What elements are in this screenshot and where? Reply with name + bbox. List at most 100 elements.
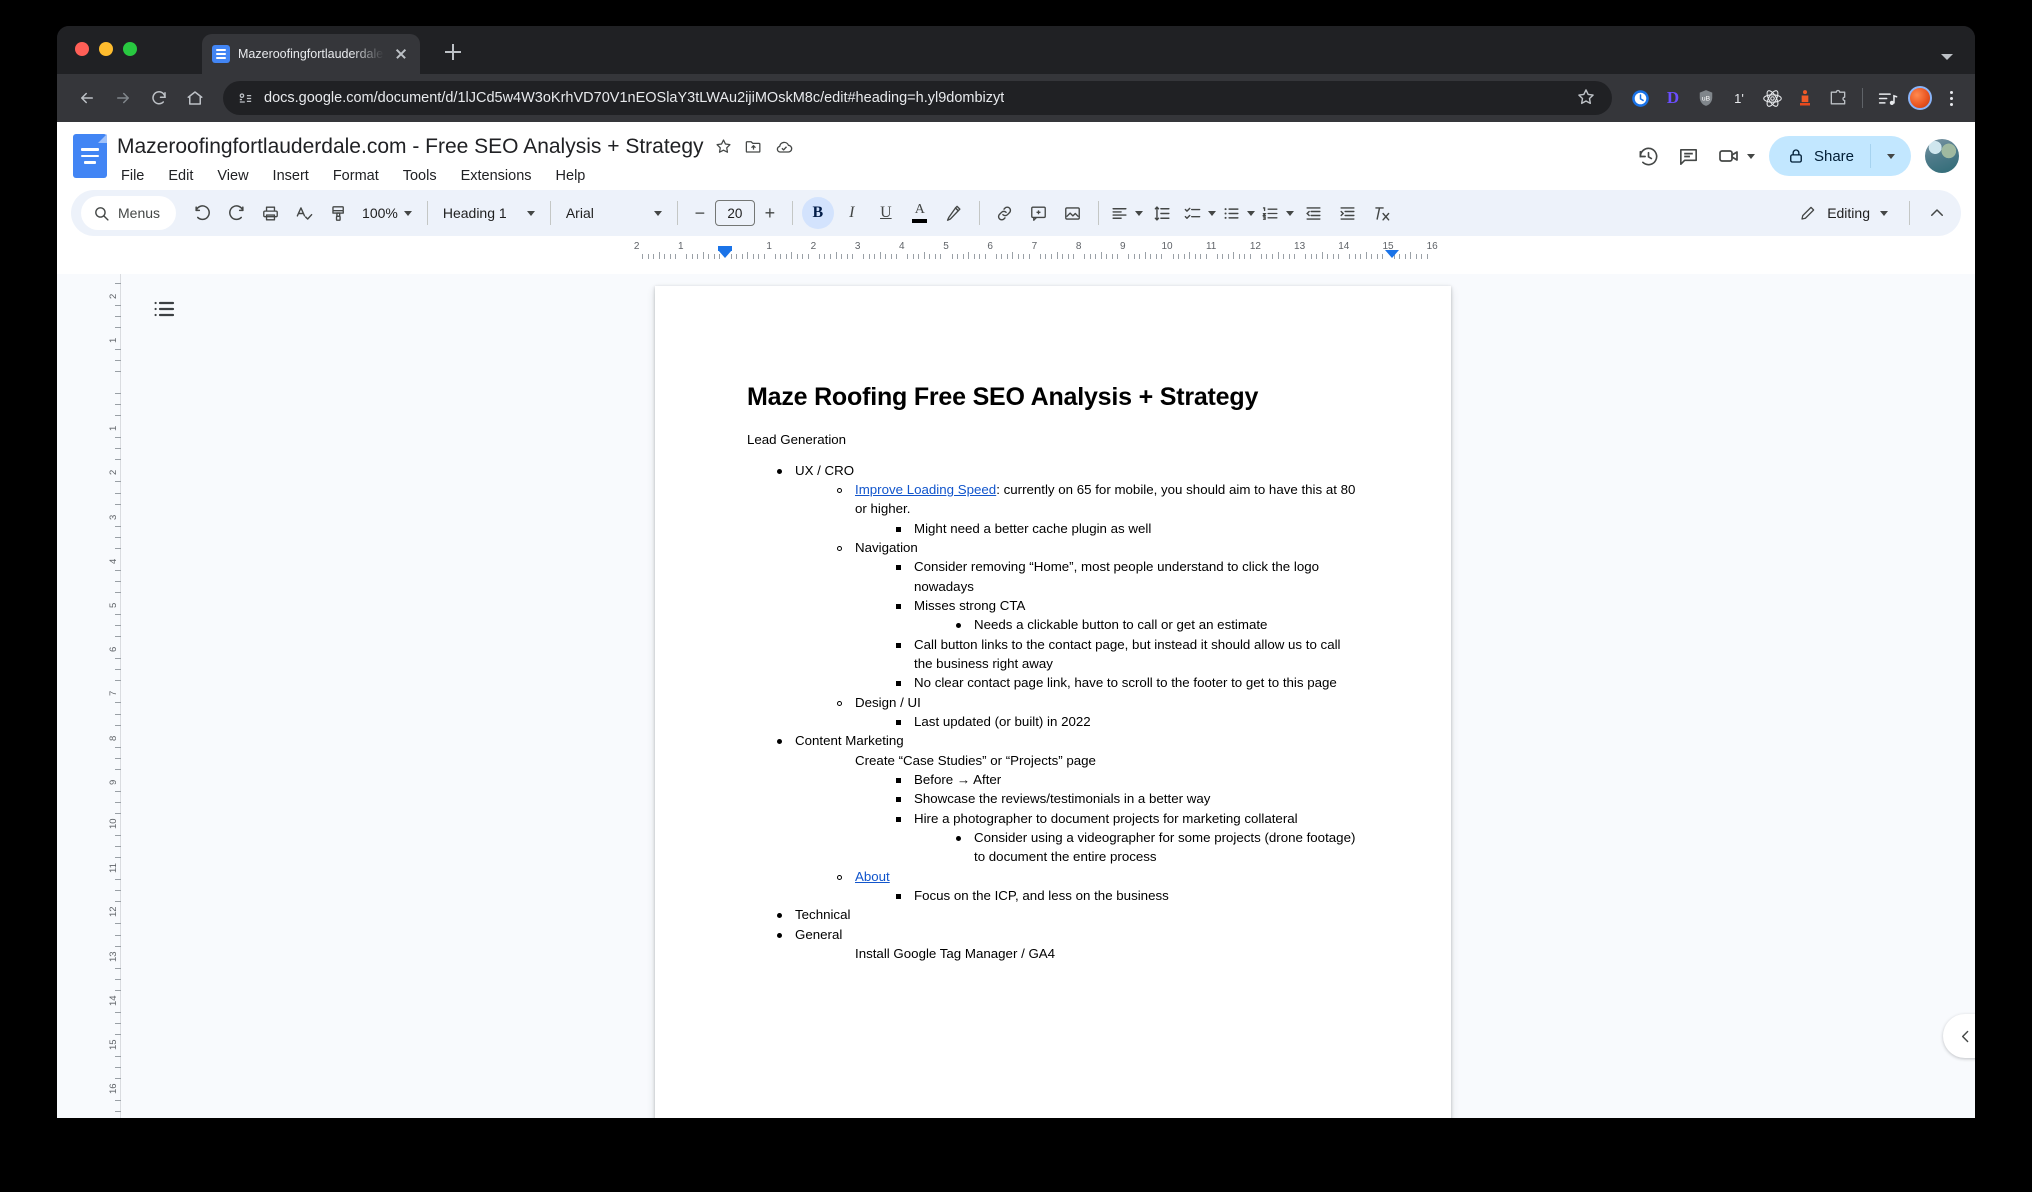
version-history-icon[interactable] [1636,143,1662,169]
music-queue-icon[interactable] [1875,86,1899,110]
line-spacing-icon[interactable] [1147,197,1179,229]
spellcheck-icon[interactable] [288,197,320,229]
indent-increase-icon[interactable] [1332,197,1364,229]
redo-icon[interactable] [220,197,252,229]
list-item[interactable]: Call button links to the contact page, b… [892,635,1359,674]
menu-format[interactable]: Format [329,166,383,186]
share-dropdown-button[interactable] [1871,136,1911,176]
document-link[interactable]: Improve Loading Speed [855,482,996,497]
meet-icon[interactable] [1716,143,1742,169]
list-item[interactable]: Design / UI Last updated (or built) in 20… [833,693,1359,732]
chevron-down-icon[interactable] [1746,153,1755,159]
numbered-list-button[interactable] [1259,197,1296,229]
font-select[interactable]: Arial [560,197,668,229]
collapse-toolbar-icon[interactable] [1921,197,1953,229]
link-icon[interactable] [989,197,1021,229]
new-tab-button[interactable] [440,39,466,65]
decrease-font-size-button[interactable]: − [687,200,713,226]
list-item[interactable]: UX / CRO Improve Loading Speed: currently… [773,461,1359,732]
star-icon[interactable] [714,137,734,157]
document-link[interactable]: About [855,869,890,884]
clock-icon[interactable] [1628,86,1652,110]
list-item[interactable]: Consider using a videographer for some p… [952,828,1359,867]
move-to-folder-icon[interactable] [744,137,764,157]
hydrant-icon[interactable] [1793,86,1817,110]
font-size-input[interactable]: 20 [714,200,755,226]
menu-help[interactable]: Help [552,166,590,186]
1password-icon[interactable]: 1' [1727,86,1751,110]
align-button[interactable] [1108,197,1145,229]
browser-tab[interactable]: Mazeroofingfortlauderdale.co [202,34,420,74]
back-button[interactable] [71,82,103,114]
list-item[interactable]: Technical [773,905,1359,924]
list-item[interactable]: Improve Loading Speed: currently on 65 f… [833,480,1359,538]
browser-menu-button[interactable] [1941,90,1961,106]
checklist-button[interactable] [1181,197,1218,229]
clear-formatting-icon[interactable] [1366,197,1398,229]
horizontal-ruler-track[interactable]: 2 1 1 2 3 4 5 6 7 8 9 10 11 12 13 14 15 16 [633,240,1438,260]
chevron-down-icon[interactable] [1941,54,1953,60]
maximize-window-button[interactable] [123,42,137,56]
left-indent-marker[interactable] [718,246,732,258]
menu-extensions[interactable]: Extensions [457,166,536,186]
close-window-button[interactable] [75,42,89,56]
list-item[interactable]: Might need a better cache plugin as well [892,519,1359,538]
menu-insert[interactable]: Insert [269,166,313,186]
list-item[interactable]: No clear contact page link, have to scro… [892,673,1359,692]
bookmark-star-icon[interactable] [1576,87,1598,109]
minimize-window-button[interactable] [99,42,113,56]
D-icon[interactable]: D [1661,86,1685,110]
paragraph-style-select[interactable]: Heading 1 [437,197,541,229]
basketball-avatar-icon[interactable] [1908,86,1932,110]
document-page[interactable]: Maze Roofing Free SEO Analysis + Strateg… [655,286,1451,1118]
list-item[interactable]: Before → After [892,770,1359,789]
document-title[interactable]: Mazeroofingfortlauderdale.com - Free SEO… [117,135,704,159]
image-icon[interactable] [1057,197,1089,229]
menu-edit[interactable]: Edit [164,166,197,186]
search-menus-button[interactable]: Menus [81,196,177,230]
zoom-control[interactable]: 100% [356,197,418,229]
list-item[interactable]: Consider removing “Home”, most people un… [892,557,1359,596]
list-item[interactable]: Hire a photographer to document projects… [892,809,1359,867]
list-item[interactable]: Content Marketing Create “Case Studies” o… [773,731,1359,905]
share-main[interactable]: Share [1769,136,1870,176]
list-item[interactable]: General Install Google Tag Manager / GA4 [773,925,1359,964]
undo-icon[interactable] [186,197,218,229]
paint-format-icon[interactable] [322,197,354,229]
list-item[interactable]: About Focus on the ICP, and less on the b… [833,867,1359,906]
list-item[interactable]: Navigation Consider removing “Home”, most… [833,538,1359,693]
react-atom-icon[interactable] [1760,86,1784,110]
share-button[interactable]: Share [1768,136,1911,176]
menu-file[interactable]: File [117,166,148,186]
side-panel-toggle-button[interactable] [1943,1014,1975,1058]
reload-button[interactable] [143,82,175,114]
puzzle-icon[interactable] [1826,86,1850,110]
menu-tools[interactable]: Tools [399,166,441,186]
list-item[interactable]: Install Google Tag Manager / GA4 [833,944,1359,963]
home-button[interactable] [179,82,211,114]
right-indent-marker[interactable] [1385,250,1400,258]
ublock-shield-icon[interactable]: uB [1694,86,1718,110]
forward-button[interactable] [107,82,139,114]
list-item[interactable]: Focus on the ICP, and less on the busine… [892,886,1359,905]
document-body[interactable]: Maze Roofing Free SEO Analysis + Strateg… [655,286,1451,963]
text-color-button[interactable]: A [904,197,936,229]
vertical-ruler[interactable]: 2 1 1 2 3 4 5 6 7 8 9 10 11 12 13 14 15 16 [107,274,121,1118]
italic-button[interactable]: I [836,197,868,229]
bold-button[interactable]: B [801,197,834,229]
address-bar[interactable]: docs.google.com/document/d/1lJCd5w4W3oKr… [223,81,1612,115]
list-item[interactable]: Misses strong CTA Needs a clickable butto… [892,596,1359,635]
cloud-saved-icon[interactable] [774,137,794,157]
horizontal-ruler[interactable]: 2 1 1 2 3 4 5 6 7 8 9 10 11 12 13 14 15 16 [113,240,1975,260]
indent-decrease-icon[interactable] [1298,197,1330,229]
increase-font-size-button[interactable]: + [757,200,783,226]
bulleted-list-button[interactable] [1220,197,1257,229]
underline-button[interactable]: U [870,197,902,229]
close-icon[interactable] [392,45,410,63]
editing-mode-button[interactable]: Editing [1789,196,1898,230]
meet-button[interactable] [1716,143,1755,169]
list-item[interactable]: Needs a clickable button to call or get … [952,615,1359,634]
document-outline-icon[interactable] [147,292,181,326]
comment-add-icon[interactable] [1023,197,1055,229]
list-item[interactable]: Last updated (or built) in 2022 [892,712,1359,731]
